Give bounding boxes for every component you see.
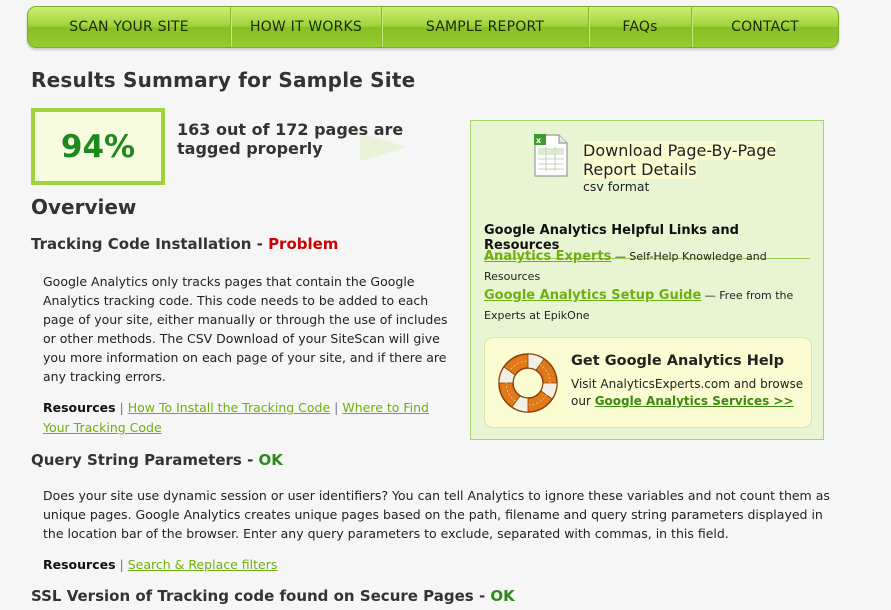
link-install-tracking-code[interactable]: How To Install the Tracking Code xyxy=(128,400,330,415)
resources-panel: x Download Page-By-Page Report Details c… xyxy=(470,120,824,440)
svg-text:x: x xyxy=(536,136,542,145)
tracking-heading: Tracking Code Installation - Problem xyxy=(31,235,338,253)
nav-scan-your-site[interactable]: SCAN YOUR SITE xyxy=(28,7,231,47)
link-analytics-experts[interactable]: Analytics Experts xyxy=(484,249,611,264)
query-heading: Query String Parameters - OK xyxy=(31,451,283,469)
resource-item-analytics-experts: Analytics Experts — Self-Help Knowledge … xyxy=(484,247,804,287)
download-report-link[interactable]: Download Page-By-Page Report Details xyxy=(583,141,777,179)
query-description: Does your site use dynamic session or us… xyxy=(43,488,830,541)
link-analytics-services[interactable]: Google Analytics Services >> xyxy=(595,394,794,408)
ssl-dash: - xyxy=(473,587,491,605)
link-setup-guide[interactable]: Google Analytics Setup Guide xyxy=(484,288,701,303)
get-help-box: Get Google Analytics Help Visit Analytic… xyxy=(484,337,812,428)
link-search-replace-filters[interactable]: Search & Replace filters xyxy=(128,557,278,572)
tracking-resources: Resources | How To Install the Tracking … xyxy=(43,398,453,438)
get-help-text: Visit AnalyticsExperts.com and browse ou… xyxy=(571,376,807,410)
main-nav: SCAN YOUR SITE HOW IT WORKS SAMPLE REPOR… xyxy=(27,6,839,48)
page-title: Results Summary for Sample Site xyxy=(31,68,416,92)
overview-heading: Overview xyxy=(31,195,137,219)
score-summary: 163 out of 172 pages are tagged properly xyxy=(177,120,404,158)
nav-sample-report[interactable]: SAMPLE REPORT xyxy=(382,7,589,47)
tracking-description: Google Analytics only tracks pages that … xyxy=(43,274,448,384)
download-title-line1: Download Page-By-Page xyxy=(583,141,777,160)
tracking-sep-2: | xyxy=(330,400,343,415)
query-sep-1: | xyxy=(115,557,128,572)
tracking-status: Problem xyxy=(268,235,339,253)
tracking-dash: - xyxy=(251,235,269,253)
tracking-heading-label: Tracking Code Installation xyxy=(31,235,252,253)
csv-spreadsheet-icon[interactable]: x xyxy=(533,133,569,178)
score-badge: 94% xyxy=(31,108,165,185)
query-resources-label: Resources xyxy=(43,557,116,572)
resource-item-setup-guide: Google Analytics Setup Guide — Free from… xyxy=(484,286,804,326)
nav-how-it-works[interactable]: HOW IT WORKS xyxy=(231,7,382,47)
ssl-status: OK xyxy=(490,587,515,605)
score-percent: 94% xyxy=(35,112,161,181)
download-format: csv format xyxy=(583,179,650,194)
download-title-line2: Report Details xyxy=(583,160,697,179)
lifebuoy-icon xyxy=(498,353,558,413)
nav-contact[interactable]: CONTACT xyxy=(692,7,838,47)
get-help-title: Get Google Analytics Help xyxy=(571,353,785,369)
nav-faqs[interactable]: FAQs xyxy=(589,7,692,47)
ssl-heading-label: SSL Version of Tracking code found on Se… xyxy=(31,587,474,605)
tracking-resources-label: Resources xyxy=(43,400,116,415)
ssl-heading: SSL Version of Tracking code found on Se… xyxy=(31,587,515,605)
tracking-sep-1: | xyxy=(115,400,128,415)
query-resources: Resources | Search & Replace filters xyxy=(43,555,543,575)
query-dash: - xyxy=(241,451,259,469)
query-heading-label: Query String Parameters xyxy=(31,451,242,469)
query-status: OK xyxy=(258,451,283,469)
